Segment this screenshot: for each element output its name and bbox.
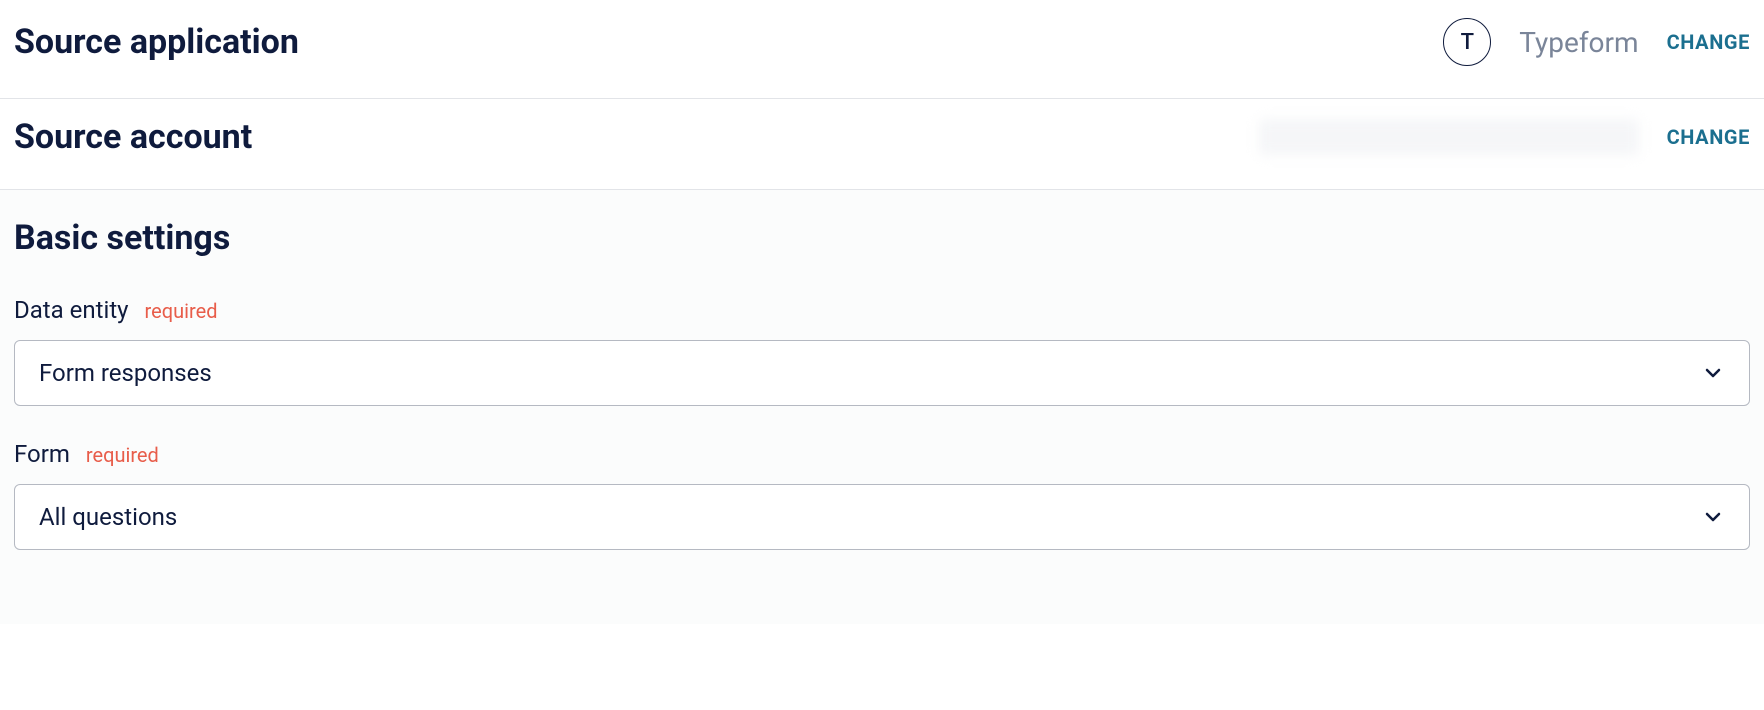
change-source-account-link[interactable]: CHANGE <box>1667 125 1750 149</box>
source-account-title: Source account <box>14 117 252 157</box>
data-entity-required-tag: required <box>145 299 218 323</box>
source-application-name: Typeform <box>1519 26 1638 59</box>
data-entity-label: Data entity <box>14 296 129 324</box>
basic-settings-title: Basic settings <box>14 218 1750 258</box>
source-application-right: T Typeform CHANGE <box>1443 18 1750 66</box>
source-account-section: Source account CHANGE <box>0 99 1764 190</box>
data-entity-value: Form responses <box>39 359 212 387</box>
source-application-title: Source application <box>14 22 299 62</box>
form-select[interactable]: All questions <box>14 484 1750 550</box>
change-source-application-link[interactable]: CHANGE <box>1667 30 1750 54</box>
form-required-tag: required <box>86 443 159 467</box>
source-account-right: CHANGE <box>1259 119 1750 155</box>
source-application-section: Source application T Typeform CHANGE <box>0 0 1764 99</box>
form-label: Form <box>14 440 70 468</box>
chevron-down-icon <box>1701 361 1725 385</box>
basic-settings-section: Basic settings Data entity required Form… <box>0 190 1764 624</box>
data-entity-field-group: Data entity required Form responses <box>14 296 1750 406</box>
form-label-row: Form required <box>14 440 1750 468</box>
data-entity-select[interactable]: Form responses <box>14 340 1750 406</box>
chevron-down-icon <box>1701 505 1725 529</box>
typeform-icon: T <box>1443 18 1491 66</box>
account-value-redacted <box>1259 119 1639 155</box>
form-value: All questions <box>39 503 177 531</box>
form-field-group: Form required All questions <box>14 440 1750 550</box>
data-entity-label-row: Data entity required <box>14 296 1750 324</box>
